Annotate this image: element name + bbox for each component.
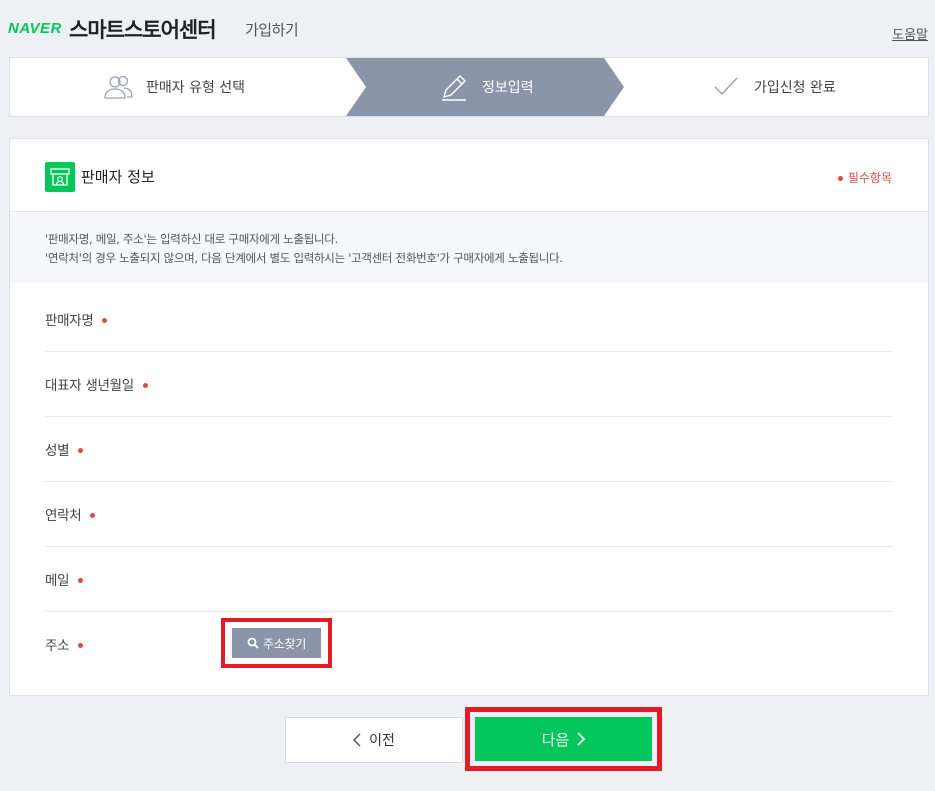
next-label: 다음 bbox=[541, 731, 570, 749]
field-label: 연락처 bbox=[45, 504, 96, 524]
step-complete: 가입신청 완료 bbox=[710, 58, 836, 116]
check-icon bbox=[714, 77, 738, 96]
field-row-email[interactable]: 메일 bbox=[45, 547, 893, 612]
required-dot-icon bbox=[78, 447, 84, 453]
section-title: 판매자 정보 bbox=[81, 168, 155, 186]
service-title[interactable]: 스마트스토어센터 bbox=[69, 14, 217, 44]
field-row-seller-name[interactable]: 판매자명 bbox=[45, 287, 893, 352]
step-label: 판매자 유형 선택 bbox=[146, 80, 246, 96]
required-dot-icon bbox=[837, 176, 843, 181]
required-dot-icon bbox=[78, 577, 84, 583]
section-header: 판매자 정보 필수항목 bbox=[10, 139, 928, 212]
signup-progress-steps: 판매자 유형 선택 정보입력 가입신청 완료 bbox=[9, 57, 929, 117]
field-label: 판매자명 bbox=[45, 309, 108, 329]
step-label: 정보입력 bbox=[482, 80, 534, 96]
header: NAVER 스마트스토어센터 가입하기 도움말 bbox=[0, 0, 935, 57]
exposure-notice: '판매자명, 메일, 주소'는 입력하신 대로 구매자에게 노출됩니다. '연락… bbox=[10, 213, 928, 283]
page-subtitle: 가입하기 bbox=[245, 21, 299, 39]
step-label: 가입신청 완료 bbox=[754, 80, 836, 96]
required-dot-icon bbox=[78, 642, 84, 648]
help-link[interactable]: 도움말 bbox=[892, 24, 928, 43]
users-icon bbox=[104, 75, 133, 99]
seller-info-form: 판매자 정보 필수항목 '판매자명, 메일, 주소'는 입력하신 대로 구매자에… bbox=[9, 138, 929, 696]
next-button[interactable]: 다음 bbox=[475, 717, 652, 761]
required-legend: 필수항목 bbox=[837, 169, 892, 186]
required-dot-icon bbox=[90, 512, 96, 518]
field-label: 성별 bbox=[45, 439, 84, 459]
prev-label: 이전 bbox=[369, 732, 395, 748]
field-row-phone[interactable]: 연락처 bbox=[45, 482, 893, 547]
chevron-left-icon bbox=[353, 733, 361, 747]
pencil-icon bbox=[442, 75, 466, 101]
required-dot-icon bbox=[142, 382, 148, 388]
search-icon bbox=[247, 637, 259, 649]
field-row-address: 주소 bbox=[45, 612, 893, 677]
chevron-right-icon bbox=[577, 732, 586, 746]
field-label: 대표자 생년월일 bbox=[45, 374, 148, 394]
address-search-label: 주소찾기 bbox=[263, 636, 306, 651]
notice-line: '판매자명, 메일, 주소'는 입력하신 대로 구매자에게 노출됩니다. bbox=[45, 232, 338, 246]
required-legend-text: 필수항목 bbox=[847, 171, 892, 185]
required-dot-icon bbox=[102, 317, 108, 323]
naver-logo[interactable]: NAVER bbox=[8, 20, 62, 37]
step-info-input: 정보입력 bbox=[438, 58, 534, 116]
field-row-gender[interactable]: 성별 bbox=[45, 417, 893, 482]
step-seller-type: 판매자 유형 선택 bbox=[102, 58, 245, 116]
field-label: 메일 bbox=[45, 569, 84, 589]
prev-button[interactable]: 이전 bbox=[285, 717, 463, 763]
notice-line: '연락처'의 경우 노출되지 않으며, 다음 단계에서 별도 입력하시는 '고객… bbox=[45, 251, 563, 265]
address-search-button[interactable]: 주소찾기 bbox=[232, 628, 321, 658]
field-label: 주소 bbox=[45, 634, 84, 654]
field-row-birthdate[interactable]: 대표자 생년월일 bbox=[45, 352, 893, 417]
store-icon bbox=[45, 162, 75, 192]
